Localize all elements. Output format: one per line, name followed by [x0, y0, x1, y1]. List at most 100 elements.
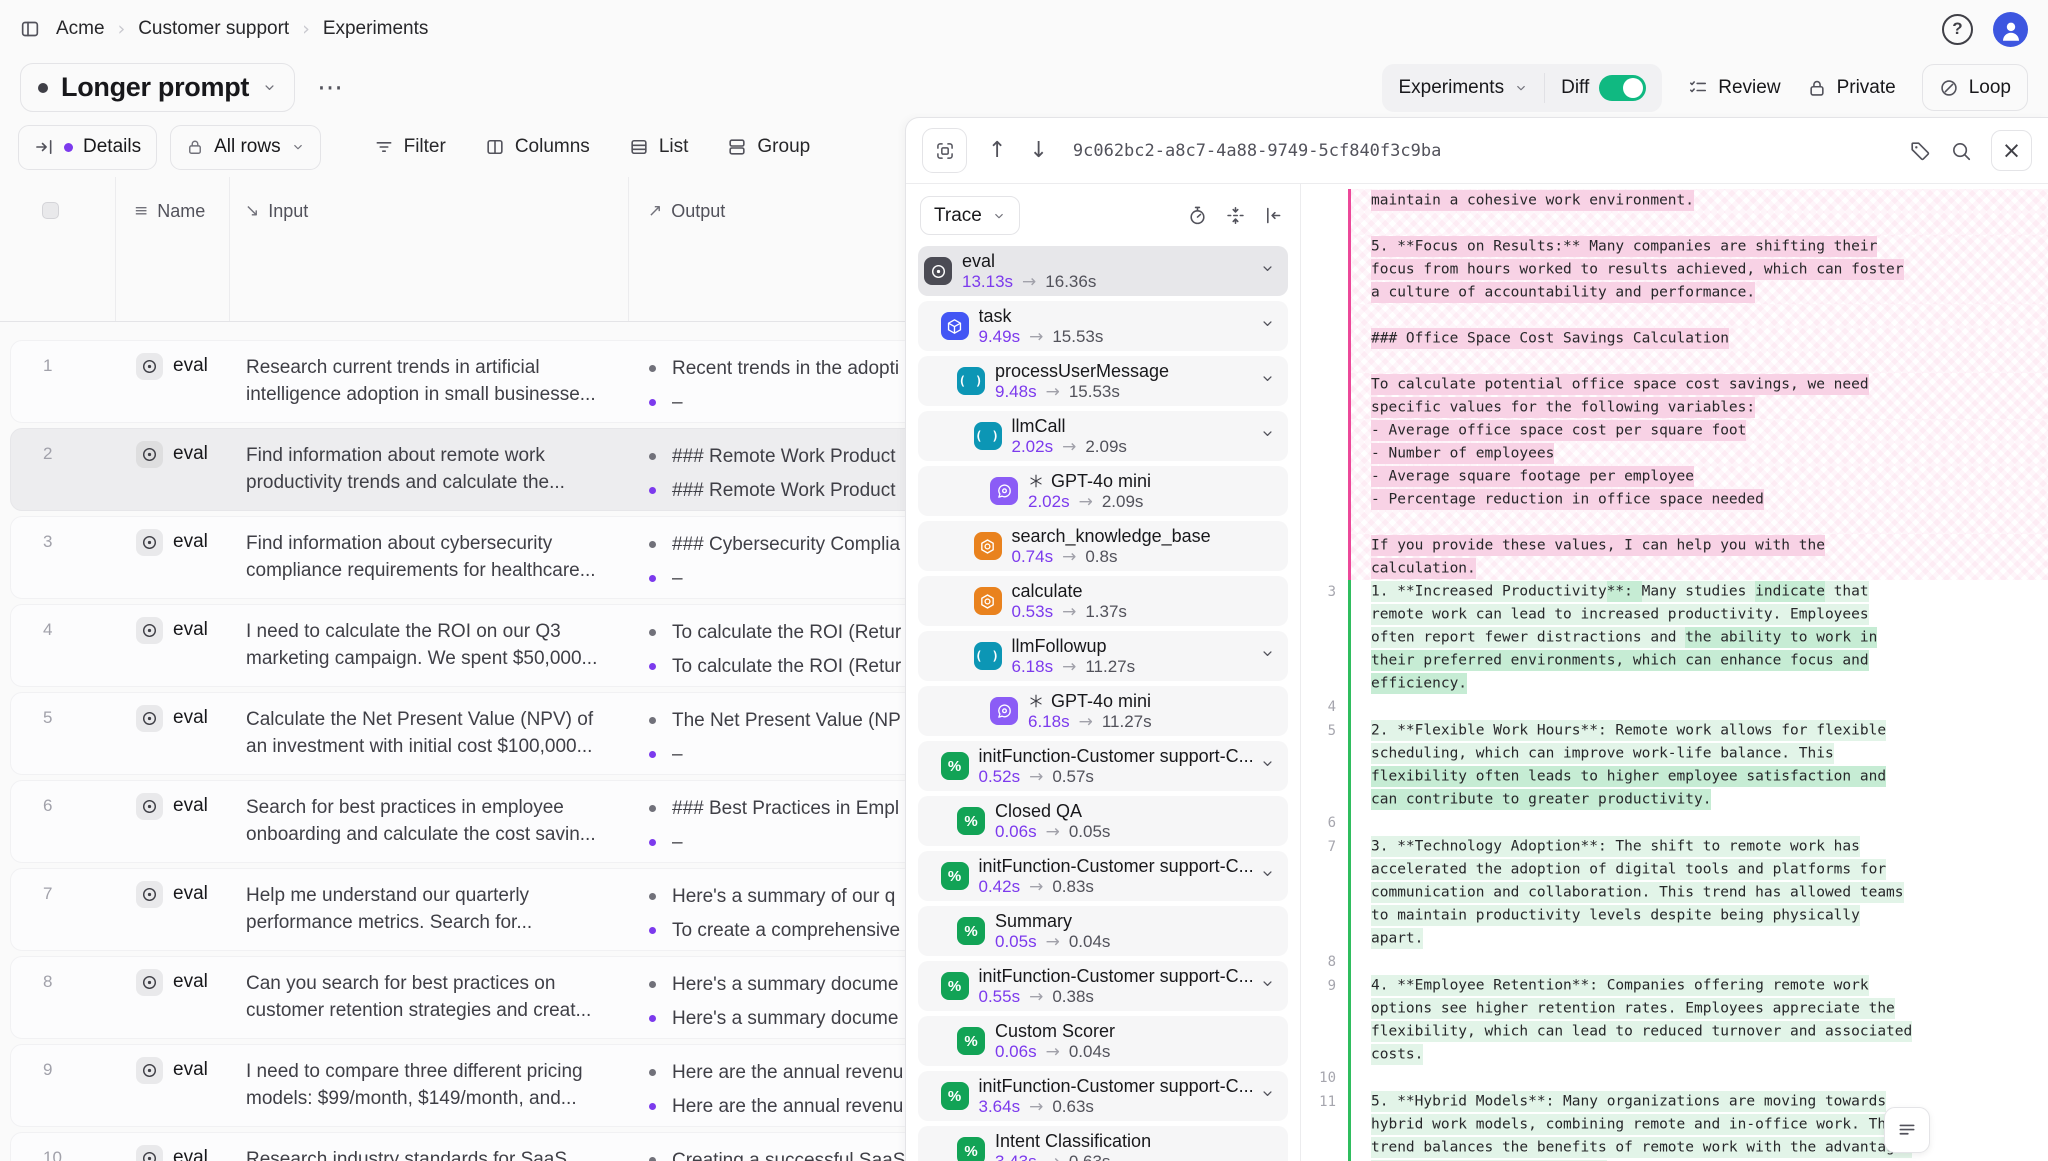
- trace-span-row[interactable]: GPT-4o mini6.18s→11.27s: [918, 686, 1288, 736]
- avatar[interactable]: [1993, 12, 2028, 47]
- column-header-input[interactable]: ↘Input: [230, 177, 629, 321]
- span-name: calculate: [1012, 581, 1127, 602]
- trace-span-row[interactable]: %Closed QA0.06s→0.05s: [918, 796, 1288, 846]
- trace-span-row[interactable]: %Summary0.05s→0.04s: [918, 906, 1288, 956]
- view-mode-label: Experiments: [1398, 77, 1504, 99]
- span-name: processUserMessage: [995, 361, 1169, 382]
- group-rows-icon: [727, 137, 747, 157]
- experiment-bullet: [649, 487, 656, 494]
- cube-icon: [941, 312, 969, 340]
- diff-line-text: To calculate potential office space cost…: [1371, 373, 1912, 419]
- trace-span-row[interactable]: %Custom Scorer0.06s→0.04s: [918, 1016, 1288, 1066]
- top-bar: Acme › Customer support › Experiments ?: [0, 0, 2048, 58]
- text-lines-icon: [1897, 1120, 1917, 1140]
- select-all-checkbox[interactable]: [42, 202, 59, 219]
- trace-span-row[interactable]: %initFunction-Customer support-C...0.42s…: [918, 851, 1288, 901]
- base-bullet: [649, 805, 656, 812]
- breadcrumb-project[interactable]: Customer support: [138, 18, 289, 40]
- next-row-button[interactable]: ↓: [1027, 138, 1049, 163]
- expand-trace-button[interactable]: [922, 128, 967, 173]
- list-button[interactable]: List: [616, 136, 702, 158]
- experiment-selector[interactable]: Longer prompt: [20, 63, 295, 112]
- diff-line-text: 4. **Employee Retention**: Companies off…: [1371, 974, 1912, 1066]
- row-name: eval: [173, 1057, 208, 1081]
- span-name: GPT-4o mini: [1028, 471, 1151, 492]
- trace-span-row[interactable]: %Intent Classification3.43s→0.63s: [918, 1126, 1288, 1161]
- span-durations: 9.49s→15.53s: [979, 327, 1104, 347]
- chevron-down-icon: [1260, 756, 1275, 776]
- search-icon[interactable]: [1950, 140, 1972, 162]
- collapse-vertical-icon[interactable]: [1225, 205, 1246, 226]
- filter-button[interactable]: Filter: [361, 136, 459, 158]
- row-input: I need to calculate the ROI on our Q3 ma…: [231, 605, 630, 686]
- title-bar: Longer prompt ⋯ Experiments Diff Review …: [0, 58, 2048, 117]
- trace-span-row[interactable]: ( )llmCall2.02s→2.09s: [918, 411, 1288, 461]
- close-panel-button[interactable]: ×: [1991, 130, 2032, 171]
- diff-line-number: [1301, 212, 1348, 235]
- target-icon: [136, 353, 163, 380]
- sidebar-toggle-icon[interactable]: [20, 19, 40, 39]
- diff-line-number: 3: [1301, 580, 1348, 695]
- diff-removed-line: To calculate potential office space cost…: [1301, 373, 2048, 419]
- trace-span-row[interactable]: %initFunction-Customer support-C...0.55s…: [918, 961, 1288, 1011]
- breadcrumb-org[interactable]: Acme: [56, 18, 105, 40]
- column-header-name[interactable]: ≡Name: [116, 177, 230, 321]
- tag-icon[interactable]: [1909, 140, 1931, 162]
- span-duration-comparison: 0.57s: [1052, 767, 1094, 787]
- breadcrumb: Acme › Customer support › Experiments: [56, 18, 428, 40]
- base-bullet: [649, 893, 656, 900]
- breadcrumb-section[interactable]: Experiments: [323, 18, 429, 40]
- outline-fab-button[interactable]: [1884, 1107, 1930, 1153]
- row-output-base: Here are the annual revenu: [672, 1062, 903, 1084]
- view-mode-dropdown[interactable]: Experiments: [1382, 64, 1544, 112]
- diff-added-line: 115. **Hybrid Models**: Many organizatio…: [1301, 1090, 2048, 1161]
- target-icon: [136, 529, 163, 556]
- row-number: 2: [11, 429, 117, 510]
- diff-line-number: [1301, 350, 1348, 373]
- diff-line-number: 7: [1301, 835, 1348, 950]
- span-name: Summary: [995, 911, 1110, 932]
- row-input: Calculate the Net Present Value (NPV) of…: [231, 693, 630, 774]
- trace-span-row[interactable]: ( )llmFollowup6.18s→11.27s: [918, 631, 1288, 681]
- trace-span-row[interactable]: task9.49s→15.53s: [918, 301, 1288, 351]
- trace-span-row[interactable]: ( )processUserMessage9.48s→15.53s: [918, 356, 1288, 406]
- private-button[interactable]: Private: [1807, 77, 1896, 99]
- span-duration-base: 3.43s: [995, 1152, 1037, 1161]
- span-duration-base: 0.53s: [1012, 602, 1054, 622]
- diff-toggle[interactable]: [1599, 75, 1646, 101]
- trace-span-row[interactable]: calculate0.53s→1.37s: [918, 576, 1288, 626]
- span-duration-comparison: 15.53s: [1052, 327, 1103, 347]
- trace-view-dropdown[interactable]: Trace: [920, 196, 1020, 235]
- row-output-experiment: Here are the annual revenu: [672, 1096, 903, 1118]
- stopwatch-icon[interactable]: [1187, 205, 1208, 226]
- rows-filter-dropdown[interactable]: All rows: [170, 125, 321, 170]
- details-button[interactable]: Details: [18, 125, 157, 170]
- row-output-base: Here's a summary of our q: [672, 886, 895, 908]
- row-output-base: Here's a summary docume: [672, 974, 898, 996]
- target-icon: [136, 1145, 163, 1161]
- group-button[interactable]: Group: [714, 136, 823, 158]
- span-name: llmCall: [1012, 416, 1127, 437]
- trace-span-row[interactable]: eval13.13s→16.36s: [918, 246, 1288, 296]
- collapse-left-icon[interactable]: [1263, 205, 1284, 226]
- target-icon: [136, 881, 163, 908]
- row-input: Can you search for best practices on cus…: [231, 957, 630, 1038]
- loop-button[interactable]: Loop: [1922, 64, 2028, 111]
- row-input: Search for best practices in employee on…: [231, 781, 630, 862]
- diff-removed-line: - Number of employees: [1301, 442, 2048, 465]
- percent-icon: %: [941, 1082, 969, 1110]
- trace-span-row[interactable]: %initFunction-Customer support-C...0.52s…: [918, 741, 1288, 791]
- overflow-menu-button[interactable]: ⋯: [311, 73, 349, 103]
- trace-span-row[interactable]: search_knowledge_base0.74s→0.8s: [918, 521, 1288, 571]
- diff-removed-line: [1301, 511, 2048, 534]
- trace-span-row[interactable]: %initFunction-Customer support-C...3.64s…: [918, 1071, 1288, 1121]
- trace-span-row[interactable]: GPT-4o mini2.02s→2.09s: [918, 466, 1288, 516]
- span-duration-base: 0.06s: [995, 1042, 1037, 1062]
- row-name: eval: [173, 441, 208, 465]
- help-button[interactable]: ?: [1942, 14, 1973, 45]
- filter-lines-icon: [374, 137, 394, 157]
- columns-button[interactable]: Columns: [472, 136, 603, 158]
- span-duration-comparison: 0.04s: [1069, 1042, 1111, 1062]
- review-button[interactable]: Review: [1688, 77, 1780, 99]
- prev-row-button[interactable]: ↑: [986, 138, 1008, 163]
